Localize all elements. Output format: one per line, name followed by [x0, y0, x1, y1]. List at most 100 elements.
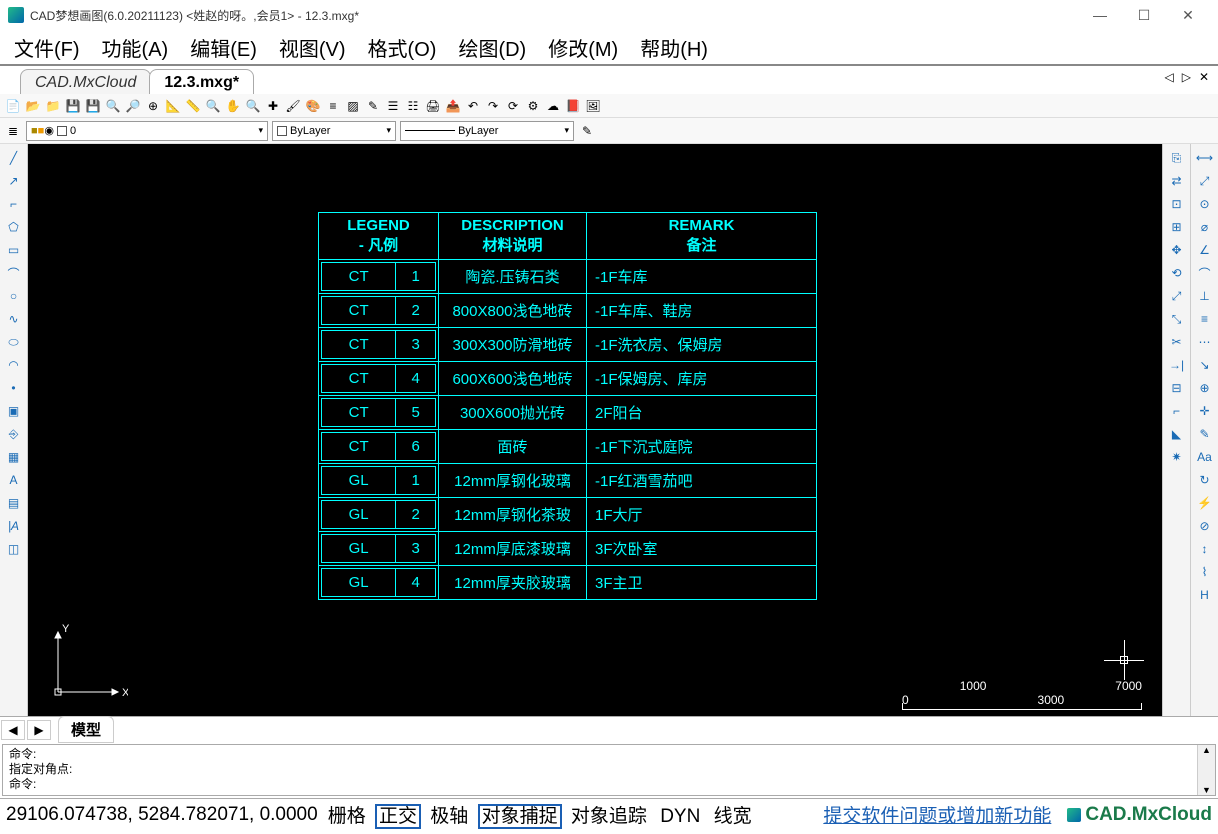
status-toggle-2[interactable]: 极轴: [426, 806, 472, 827]
drawing-canvas[interactable]: LEGEND- 凡例 DESCRIPTION材料说明 REMARK备注 CT1陶…: [28, 144, 1162, 716]
fillet-tool-icon[interactable]: ⌐: [1167, 401, 1187, 421]
layer-manager-icon[interactable]: ≣: [4, 122, 22, 140]
lineweight-icon[interactable]: ✎: [578, 122, 596, 140]
polyline-tool-icon[interactable]: ⌐: [4, 194, 24, 214]
layers-icon[interactable]: ≡: [324, 97, 342, 115]
dim-ordinate-icon[interactable]: ⊥: [1195, 286, 1215, 306]
menu-function[interactable]: 功能(A): [102, 33, 169, 62]
arc-tool-icon[interactable]: ⌒: [4, 263, 24, 283]
menu-edit[interactable]: 编辑(E): [190, 33, 257, 62]
command-line[interactable]: 命令: 指定对角点: 命令: ▲▼: [2, 744, 1216, 796]
menu-file[interactable]: 文件(F): [14, 33, 80, 62]
menu-format[interactable]: 格式(O): [368, 33, 437, 62]
status-toggle-3[interactable]: 对象捕捉: [478, 804, 562, 829]
break-tool-icon[interactable]: ⊟: [1167, 378, 1187, 398]
dim-override-icon[interactable]: H: [1195, 585, 1215, 605]
plot-icon[interactable]: 🖨: [424, 97, 442, 115]
copy-tool-icon[interactable]: ⎘: [1167, 148, 1187, 168]
layout-prev-button[interactable]: ◀: [1, 720, 25, 740]
tolerance-icon[interactable]: ⊕: [1195, 378, 1215, 398]
pan-icon[interactable]: ✋: [224, 97, 242, 115]
block-tool-icon[interactable]: ▣: [4, 401, 24, 421]
tab-cloud[interactable]: CAD.MxCloud: [20, 69, 151, 94]
save-icon[interactable]: 💾: [64, 97, 82, 115]
dim-angular-icon[interactable]: ∠: [1195, 240, 1215, 260]
spline-tool-icon[interactable]: ∿: [4, 309, 24, 329]
status-toggle-6[interactable]: 线宽: [710, 806, 756, 827]
table-tool-icon[interactable]: ▤: [4, 493, 24, 513]
dim-style-icon[interactable]: Aa: [1195, 447, 1215, 467]
dim-aligned-icon[interactable]: ⤢: [1195, 171, 1215, 191]
dim-diameter-icon[interactable]: ⌀: [1195, 217, 1215, 237]
quick-dim-icon[interactable]: ⚡: [1195, 493, 1215, 513]
circle-tool-icon[interactable]: ○: [4, 286, 24, 306]
tab-current-file[interactable]: 12.3.mxg*: [149, 69, 254, 94]
saveas-icon[interactable]: 💾: [84, 97, 102, 115]
refresh-icon[interactable]: ⟳: [504, 97, 522, 115]
extend-tool-icon[interactable]: →|: [1167, 355, 1187, 375]
minimize-button[interactable]: —: [1078, 1, 1122, 29]
undo-icon[interactable]: ↶: [464, 97, 482, 115]
chamfer-tool-icon[interactable]: ◣: [1167, 424, 1187, 444]
feedback-link[interactable]: 提交软件问题或增加新功能: [823, 801, 1051, 828]
ellipse-arc-tool-icon[interactable]: ◠: [4, 355, 24, 375]
stretch-tool-icon[interactable]: ⤡: [1167, 309, 1187, 329]
mtext-tool-icon[interactable]: |A: [4, 516, 24, 536]
layout-next-button[interactable]: ▶: [27, 720, 51, 740]
dim-jog-icon[interactable]: ⌇: [1195, 562, 1215, 582]
dim-edit-icon[interactable]: ✎: [1195, 424, 1215, 444]
mirror-tool-icon[interactable]: ⇄: [1167, 171, 1187, 191]
zoom-realtime-icon[interactable]: 🔍: [204, 97, 222, 115]
palette-icon[interactable]: 🎨: [304, 97, 322, 115]
cmd-scrollbar[interactable]: ▲▼: [1197, 745, 1215, 795]
menu-draw[interactable]: 绘图(D): [458, 33, 526, 62]
rotate-tool-icon[interactable]: ⟲: [1167, 263, 1187, 283]
dim-arc-icon[interactable]: ⌒: [1195, 263, 1215, 283]
hatch-tool-icon[interactable]: ▦: [4, 447, 24, 467]
edit-icon[interactable]: ✎: [364, 97, 382, 115]
properties-icon[interactable]: ☷: [404, 97, 422, 115]
text-tool-icon[interactable]: A: [4, 470, 24, 490]
dim-space-icon[interactable]: ↕: [1195, 539, 1215, 559]
export-icon[interactable]: 📤: [444, 97, 462, 115]
cloud-icon[interactable]: ☁: [544, 97, 562, 115]
trim-tool-icon[interactable]: ✂: [1167, 332, 1187, 352]
zoom-previous-icon[interactable]: 🔍: [244, 97, 262, 115]
status-toggle-0[interactable]: 栅格: [324, 806, 370, 827]
xline-tool-icon[interactable]: ↗: [4, 171, 24, 191]
model-tab[interactable]: 模型: [58, 716, 114, 743]
zoom-extents-icon[interactable]: 🔍: [104, 97, 122, 115]
layers2-icon[interactable]: ☰: [384, 97, 402, 115]
color-dropdown[interactable]: ByLayer ▾: [272, 121, 396, 141]
rectangle-tool-icon[interactable]: ▭: [4, 240, 24, 260]
center-mark-icon[interactable]: ✛: [1195, 401, 1215, 421]
maximize-button[interactable]: ☐: [1122, 1, 1166, 29]
menu-modify[interactable]: 修改(M): [548, 33, 618, 62]
image-icon[interactable]: 🖼: [584, 97, 602, 115]
move-tool-icon[interactable]: ✥: [1167, 240, 1187, 260]
zoom-in-icon[interactable]: 🔎: [124, 97, 142, 115]
polygon-tool-icon[interactable]: ⬠: [4, 217, 24, 237]
region-tool-icon[interactable]: ◫: [4, 539, 24, 559]
settings-icon[interactable]: ⚙: [524, 97, 542, 115]
layer-dropdown[interactable]: ■■◉ 0 ▾: [26, 121, 268, 141]
menu-view[interactable]: 视图(V): [279, 33, 346, 62]
dim-baseline-icon[interactable]: ≡: [1195, 309, 1215, 329]
explode-tool-icon[interactable]: ✷: [1167, 447, 1187, 467]
zoom-window-icon[interactable]: ⊕: [144, 97, 162, 115]
tab-prev-icon[interactable]: ◁: [1161, 70, 1176, 84]
leader-icon[interactable]: ↘: [1195, 355, 1215, 375]
tab-next-icon[interactable]: ▷: [1179, 70, 1194, 84]
ellipse-tool-icon[interactable]: ⬭: [4, 332, 24, 352]
status-toggle-1[interactable]: 正交: [375, 804, 421, 829]
line-tool-icon[interactable]: ╱: [4, 148, 24, 168]
insert-tool-icon[interactable]: ⎆: [4, 424, 24, 444]
hatch-icon[interactable]: ▨: [344, 97, 362, 115]
dim-radius-icon[interactable]: ⊙: [1195, 194, 1215, 214]
brush-icon[interactable]: 🖌: [284, 97, 302, 115]
new-icon[interactable]: 📄: [4, 97, 22, 115]
brand-label[interactable]: CAD.MxCloud: [1067, 804, 1212, 826]
open-icon[interactable]: 📂: [24, 97, 42, 115]
linetype-dropdown[interactable]: ByLayer ▾: [400, 121, 574, 141]
dim-continue-icon[interactable]: ⋯: [1195, 332, 1215, 352]
